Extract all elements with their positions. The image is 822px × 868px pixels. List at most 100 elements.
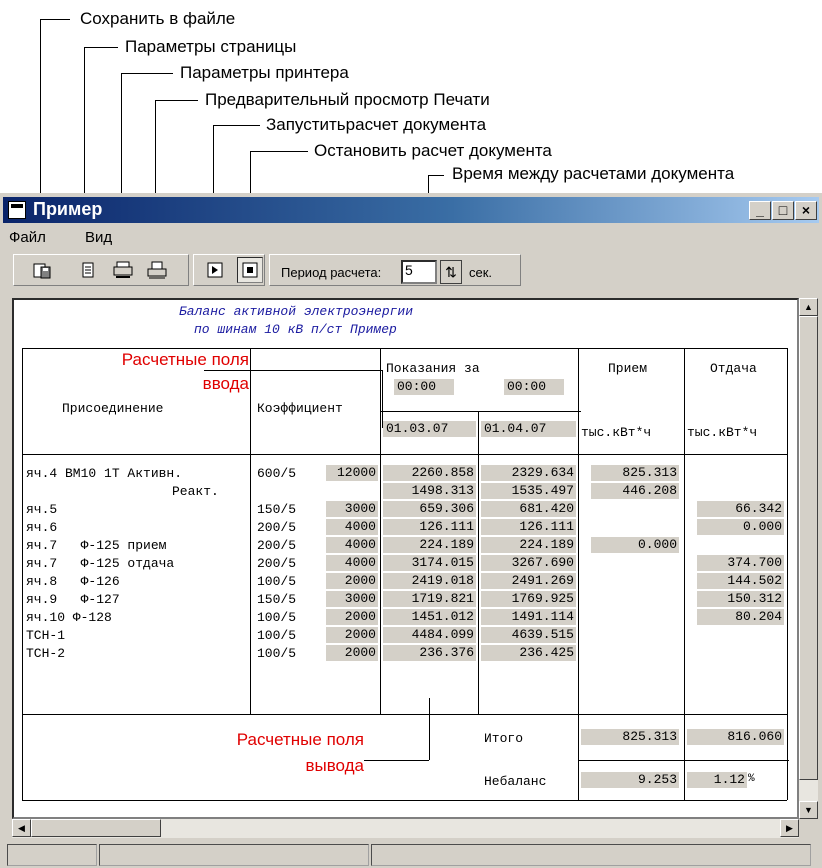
page-params-button[interactable] bbox=[75, 257, 101, 283]
header-time2: 00:00 bbox=[504, 379, 564, 395]
scroll-up-button[interactable]: ▲ bbox=[799, 298, 818, 316]
title-bar[interactable]: Пример _ □ × bbox=[3, 197, 819, 223]
page-icon bbox=[82, 262, 94, 278]
row-reading-start: 1719.821 bbox=[383, 591, 476, 607]
row-output: 80.204 bbox=[697, 609, 784, 625]
row-reading-start: 1451.012 bbox=[383, 609, 476, 625]
report-title-line2: по шинам 10 кВ п/ст Пример bbox=[194, 322, 397, 337]
row-reading-start: 236.376 bbox=[383, 645, 476, 661]
status-panel-2 bbox=[99, 844, 369, 866]
row-ct-ratio: 200/5 bbox=[257, 556, 297, 571]
printer-settings-icon bbox=[113, 261, 133, 278]
row-connection-name: яч.4 ВМ10 1Т Активн. bbox=[26, 466, 183, 481]
app-window: Пример _ □ × Файл Вид Период расчета: 5 bbox=[0, 193, 822, 868]
row-coefficient: 2000 bbox=[326, 627, 378, 643]
row-reading-end: 1535.497 bbox=[481, 483, 576, 499]
row-reading-end: 1491.114 bbox=[481, 609, 576, 625]
scroll-down-button[interactable]: ▼ bbox=[799, 801, 818, 819]
status-panel-1 bbox=[7, 844, 97, 866]
row-reading-end: 224.189 bbox=[481, 537, 576, 553]
row-output: 66.342 bbox=[697, 501, 784, 517]
row-connection-name: ТСН-2 bbox=[26, 646, 66, 661]
row-ct-ratio: 100/5 bbox=[257, 574, 297, 589]
vertical-scrollbar[interactable]: ▲ ▼ bbox=[799, 298, 818, 819]
row-ct-ratio: 200/5 bbox=[257, 538, 297, 553]
save-to-file-button[interactable] bbox=[29, 257, 55, 283]
row-connection-name: яч.10 Ф-128 bbox=[26, 610, 112, 625]
play-icon bbox=[207, 262, 223, 278]
total-label: Итого bbox=[484, 731, 524, 746]
row-intake: 825.313 bbox=[591, 465, 679, 481]
status-panel-3 bbox=[371, 844, 811, 866]
menu-view[interactable]: Вид bbox=[85, 229, 112, 246]
row-coefficient: 2000 bbox=[326, 573, 378, 589]
row-output: 0.000 bbox=[697, 519, 784, 535]
row-coefficient: 3000 bbox=[326, 591, 378, 607]
menu-file[interactable]: Файл bbox=[9, 229, 46, 246]
window-icon bbox=[8, 201, 26, 219]
row-reading-start: 4484.099 bbox=[383, 627, 476, 643]
row-connection-name: яч.7 Ф-125 отдача bbox=[26, 556, 175, 571]
row-reading-end: 681.420 bbox=[481, 501, 576, 517]
scroll-thumb-horizontal[interactable] bbox=[31, 819, 161, 837]
imbalance-pct: 1.12 bbox=[687, 772, 747, 788]
printer-icon bbox=[147, 261, 167, 279]
row-output: 374.700 bbox=[697, 555, 784, 571]
row-connection-name: яч.9 Ф-127 bbox=[26, 592, 120, 607]
header-connection: Присоединение bbox=[62, 401, 164, 416]
header-coef: Коэффициент bbox=[257, 401, 343, 416]
row-reading-start: 659.306 bbox=[383, 501, 476, 517]
header-date1: 01.03.07 bbox=[383, 421, 476, 437]
save-icon bbox=[33, 263, 51, 279]
row-reading-end: 2491.269 bbox=[481, 573, 576, 589]
row-reading-end: 236.425 bbox=[481, 645, 576, 661]
toolbar: Период расчета: 5 ⇅ сек. bbox=[3, 250, 819, 290]
row-coefficient: 3000 bbox=[326, 501, 378, 517]
row-reading-end: 2329.634 bbox=[481, 465, 576, 481]
row-ct-ratio: 150/5 bbox=[257, 502, 297, 517]
maximize-button[interactable]: □ bbox=[772, 201, 794, 220]
row-connection-name: ТСН-1 bbox=[26, 628, 66, 643]
header-intake: Прием bbox=[608, 361, 648, 376]
row-ct-ratio: 200/5 bbox=[257, 520, 297, 535]
menu-bar: Файл Вид bbox=[3, 226, 819, 248]
row-reading-start: 3174.015 bbox=[383, 555, 476, 571]
stop-icon bbox=[242, 262, 258, 278]
row-intake: 446.208 bbox=[591, 483, 679, 499]
row-output: 150.312 bbox=[697, 591, 784, 607]
row-reading-end: 4639.515 bbox=[481, 627, 576, 643]
row-reading-start: 2419.018 bbox=[383, 573, 476, 589]
row-ct-ratio: 150/5 bbox=[257, 592, 297, 607]
period-input[interactable]: 5 bbox=[401, 260, 437, 284]
row-coefficient: 2000 bbox=[326, 645, 378, 661]
row-reading-end: 1769.925 bbox=[481, 591, 576, 607]
stop-calc-button[interactable] bbox=[237, 257, 263, 283]
start-calc-button[interactable] bbox=[202, 257, 228, 283]
row-reading-start: 2260.858 bbox=[383, 465, 476, 481]
horizontal-scrollbar[interactable]: ◀ ▶ bbox=[12, 819, 799, 838]
scroll-thumb-vertical[interactable] bbox=[799, 316, 818, 780]
row-intake: 0.000 bbox=[591, 537, 679, 553]
row-connection-name: яч.8 Ф-126 bbox=[26, 574, 120, 589]
printer-params-button[interactable] bbox=[110, 257, 136, 283]
minimize-button[interactable]: _ bbox=[749, 201, 771, 220]
row-reading-start: 224.189 bbox=[383, 537, 476, 553]
total-intake: 825.313 bbox=[581, 729, 679, 745]
row-reading-start: 126.111 bbox=[383, 519, 476, 535]
imbalance-pct-sign: % bbox=[748, 773, 755, 785]
row-coefficient: 4000 bbox=[326, 537, 378, 553]
row-coefficient: 4000 bbox=[326, 519, 378, 535]
close-button[interactable]: × bbox=[795, 201, 817, 220]
header-output: Отдача bbox=[710, 361, 757, 376]
row-connection-name: яч.7 Ф-125 прием bbox=[26, 538, 167, 553]
row-ct-ratio: 100/5 bbox=[257, 646, 297, 661]
header-readings: Показания за bbox=[386, 361, 480, 376]
print-preview-button[interactable] bbox=[144, 257, 170, 283]
period-spinner[interactable]: ⇅ bbox=[440, 260, 462, 284]
scroll-left-button[interactable]: ◀ bbox=[12, 819, 31, 837]
imbalance-label: Небаланс bbox=[484, 774, 547, 789]
report-area: Баланс активной электроэнергии по шинам … bbox=[12, 298, 799, 819]
total-output: 816.060 bbox=[687, 729, 784, 745]
row-ct-ratio: 100/5 bbox=[257, 610, 297, 625]
scroll-right-button[interactable]: ▶ bbox=[780, 819, 799, 837]
